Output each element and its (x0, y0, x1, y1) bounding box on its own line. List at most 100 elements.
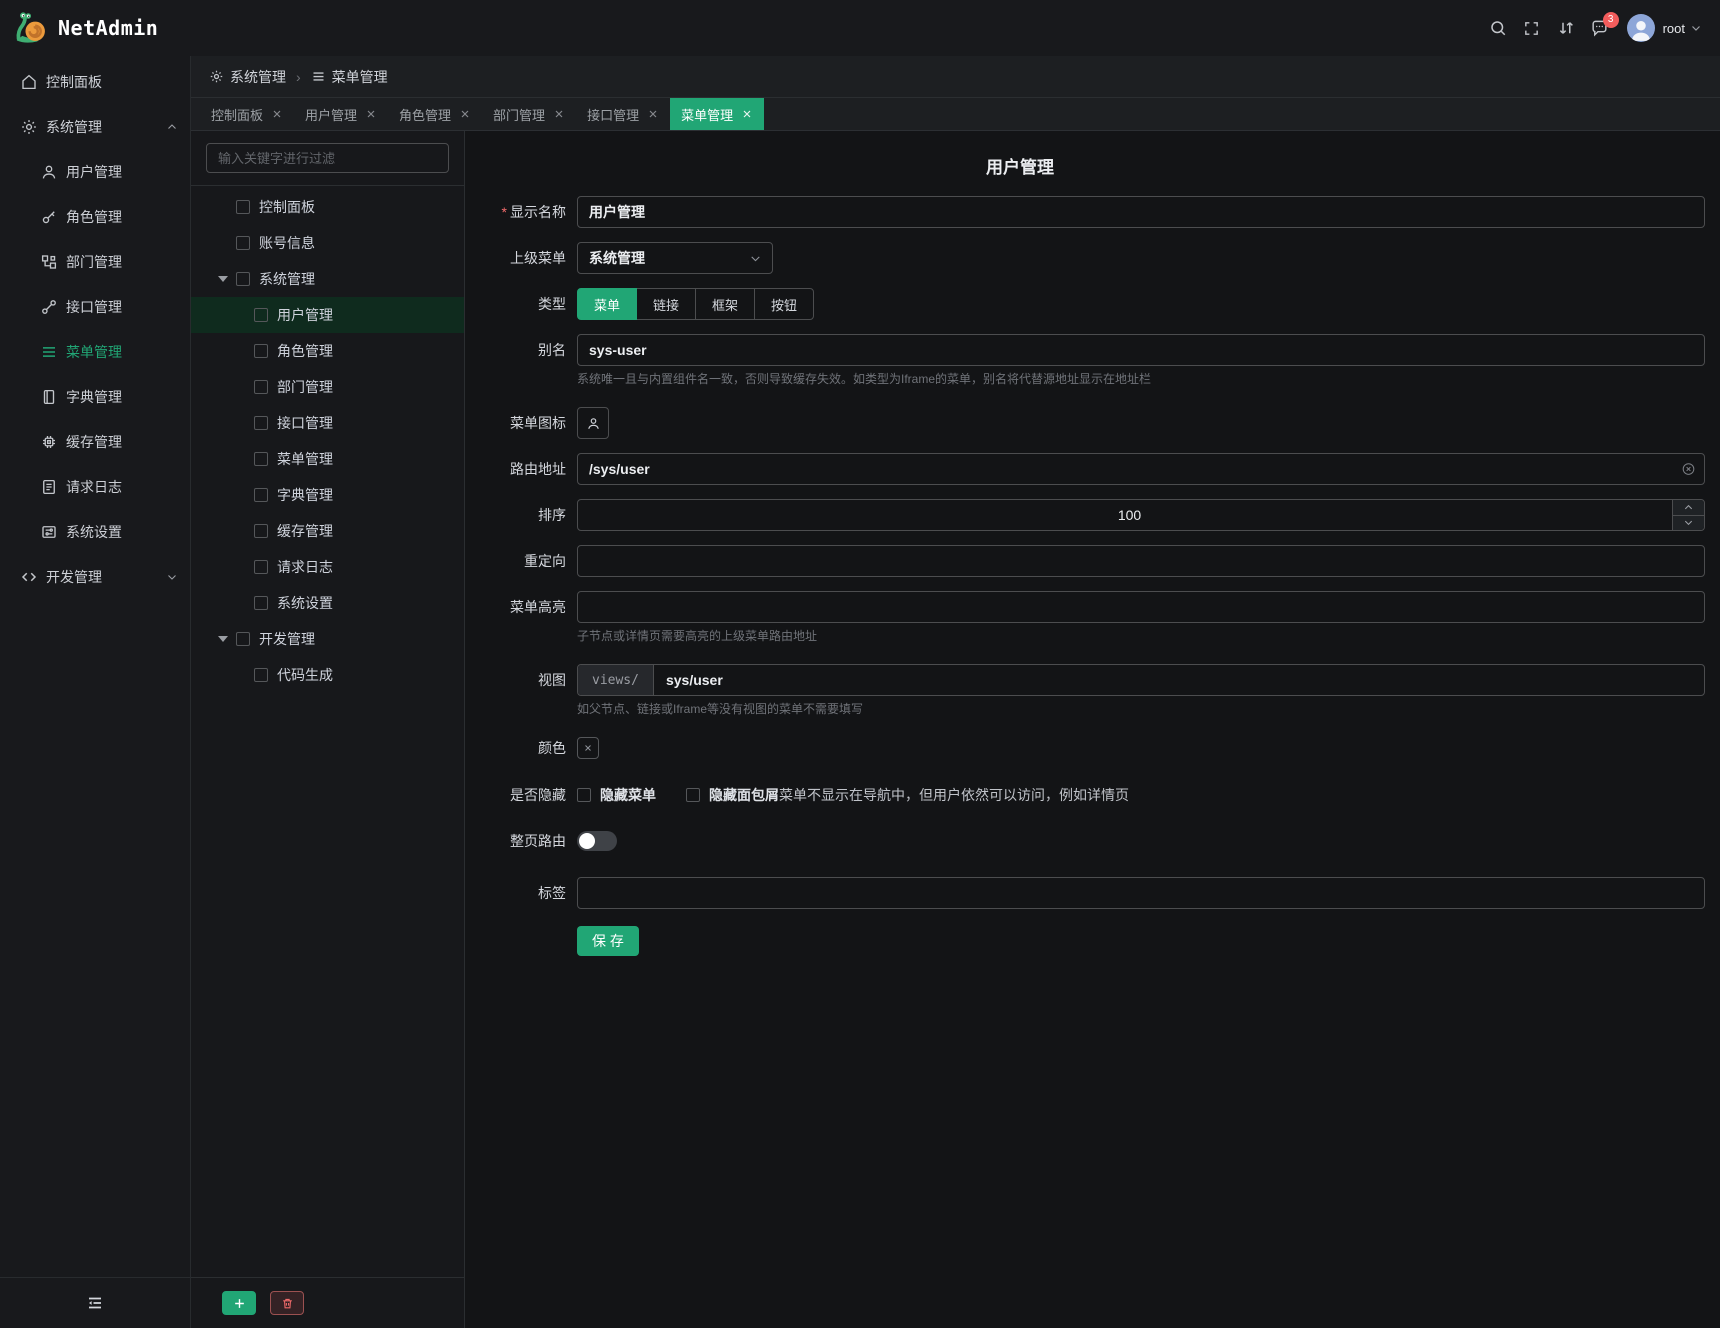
checkbox[interactable] (254, 560, 268, 574)
full-page-route-toggle[interactable] (577, 831, 617, 851)
close-tab-icon[interactable] (741, 108, 753, 120)
sidebar-item-development[interactable]: 开发管理 (0, 554, 190, 599)
type-option-button[interactable]: 按钮 (754, 288, 814, 320)
color-picker-button[interactable] (577, 737, 599, 759)
search-icon[interactable] (1481, 11, 1515, 45)
alias-input[interactable] (577, 334, 1705, 366)
tab-users[interactable]: 用户管理 (294, 98, 388, 130)
sidebar-item-departments[interactable]: 部门管理 (0, 239, 190, 284)
parent-menu-select[interactable]: 系统管理 (577, 242, 773, 274)
tree-item[interactable]: 控制面板 (191, 189, 464, 225)
sidebar-item-menus[interactable]: 菜单管理 (0, 329, 190, 374)
hide-breadcrumb-label[interactable]: 隐藏面包屑 (709, 785, 779, 805)
tree-item[interactable]: 系统管理 (191, 261, 464, 297)
close-tab-icon[interactable] (553, 108, 565, 120)
breadcrumb-section[interactable]: 系统管理 (230, 67, 286, 87)
sidebar-item-roles[interactable]: 角色管理 (0, 194, 190, 239)
redirect-input[interactable] (577, 545, 1705, 577)
checkbox[interactable] (254, 668, 268, 682)
checkbox[interactable] (254, 344, 268, 358)
menu-highlight-input[interactable] (577, 591, 1705, 623)
checkbox[interactable] (236, 236, 250, 250)
tree-item[interactable]: 接口管理 (191, 405, 464, 441)
tree-item[interactable]: 缓存管理 (191, 513, 464, 549)
user-avatar[interactable] (1627, 14, 1655, 42)
close-tab-icon[interactable] (271, 108, 283, 120)
tree-filter-input[interactable] (206, 143, 449, 173)
clear-input-icon[interactable] (1681, 462, 1696, 477)
fullscreen-icon[interactable] (1515, 11, 1549, 45)
type-option-menu[interactable]: 菜单 (577, 288, 637, 320)
menu-icon-picker-button[interactable] (577, 407, 609, 439)
sidebar-item-label: 系统管理 (46, 117, 102, 137)
tree-item[interactable]: 字典管理 (191, 477, 464, 513)
hide-menu-checkbox[interactable] (577, 788, 591, 802)
message-icon[interactable]: 3 (1583, 11, 1617, 45)
tree-item[interactable]: 开发管理 (191, 621, 464, 657)
delete-menu-button[interactable] (270, 1291, 304, 1315)
expand-caret-icon[interactable] (218, 276, 228, 282)
hide-breadcrumb-checkbox[interactable] (686, 788, 700, 802)
tree-item[interactable]: 代码生成 (191, 657, 464, 693)
sidebar-item-dashboard[interactable]: 控制面板 (0, 59, 190, 104)
tab-apis[interactable]: 接口管理 (576, 98, 670, 130)
close-tab-icon[interactable] (459, 108, 471, 120)
sort-number-input[interactable] (577, 499, 1705, 531)
sidebar-item-dictionaries[interactable]: 字典管理 (0, 374, 190, 419)
field-label: 排序 (485, 499, 577, 531)
top-header: NetAdmin 3 root (0, 0, 1720, 56)
tree-item-selected[interactable]: 用户管理 (191, 297, 464, 333)
route-input[interactable] (577, 453, 1705, 485)
tree-item-label: 系统管理 (259, 269, 315, 289)
sidebar-item-label: 字典管理 (66, 387, 122, 407)
user-menu-caret-icon[interactable] (1690, 22, 1702, 34)
display-name-input[interactable] (577, 196, 1705, 228)
tree-item[interactable]: 角色管理 (191, 333, 464, 369)
tree-item[interactable]: 系统设置 (191, 585, 464, 621)
close-tab-icon[interactable] (365, 108, 377, 120)
expand-caret-icon[interactable] (218, 636, 228, 642)
hide-menu-label[interactable]: 隐藏菜单 (600, 785, 656, 805)
tree-item-label: 接口管理 (277, 413, 333, 433)
checkbox[interactable] (254, 308, 268, 322)
add-menu-button[interactable] (222, 1291, 256, 1315)
close-tab-icon[interactable] (647, 108, 659, 120)
checkbox[interactable] (254, 452, 268, 466)
sidebar-item-users[interactable]: 用户管理 (0, 149, 190, 194)
toggle-knob (579, 833, 595, 849)
tab-menus[interactable]: 菜单管理 (670, 98, 764, 130)
tab-label: 角色管理 (399, 105, 451, 124)
sidebar-item-request-logs[interactable]: 请求日志 (0, 464, 190, 509)
tab-dashboard[interactable]: 控制面板 (200, 98, 294, 130)
username-label[interactable]: root (1663, 21, 1685, 36)
view-input[interactable]: views/ sys/user (577, 664, 1705, 696)
sidebar-item-system[interactable]: 系统管理 (0, 104, 190, 149)
home-icon (20, 73, 38, 91)
save-button[interactable]: 保 存 (577, 926, 639, 956)
increase-button[interactable] (1673, 500, 1704, 516)
decrease-button[interactable] (1673, 516, 1704, 531)
type-option-iframe[interactable]: 框架 (695, 288, 755, 320)
tab-roles[interactable]: 角色管理 (388, 98, 482, 130)
sidebar-item-cache[interactable]: 缓存管理 (0, 419, 190, 464)
checkbox[interactable] (236, 632, 250, 646)
checkbox[interactable] (254, 380, 268, 394)
checkbox[interactable] (254, 524, 268, 538)
sidebar-item-settings[interactable]: 系统设置 (0, 509, 190, 554)
checkbox[interactable] (236, 272, 250, 286)
checkbox[interactable] (254, 488, 268, 502)
tree-item[interactable]: 部门管理 (191, 369, 464, 405)
tags-input[interactable] (577, 877, 1705, 909)
type-option-link[interactable]: 链接 (636, 288, 696, 320)
tab-departments[interactable]: 部门管理 (482, 98, 576, 130)
switch-icon[interactable] (1549, 11, 1583, 45)
sidebar-item-apis[interactable]: 接口管理 (0, 284, 190, 329)
checkbox[interactable] (254, 596, 268, 610)
tree-item[interactable]: 账号信息 (191, 225, 464, 261)
tree-item[interactable]: 请求日志 (191, 549, 464, 585)
checkbox[interactable] (254, 416, 268, 430)
checkbox[interactable] (236, 200, 250, 214)
collapse-sidebar-icon[interactable] (86, 1294, 104, 1312)
tree-item[interactable]: 菜单管理 (191, 441, 464, 477)
cpu-icon (40, 433, 58, 451)
